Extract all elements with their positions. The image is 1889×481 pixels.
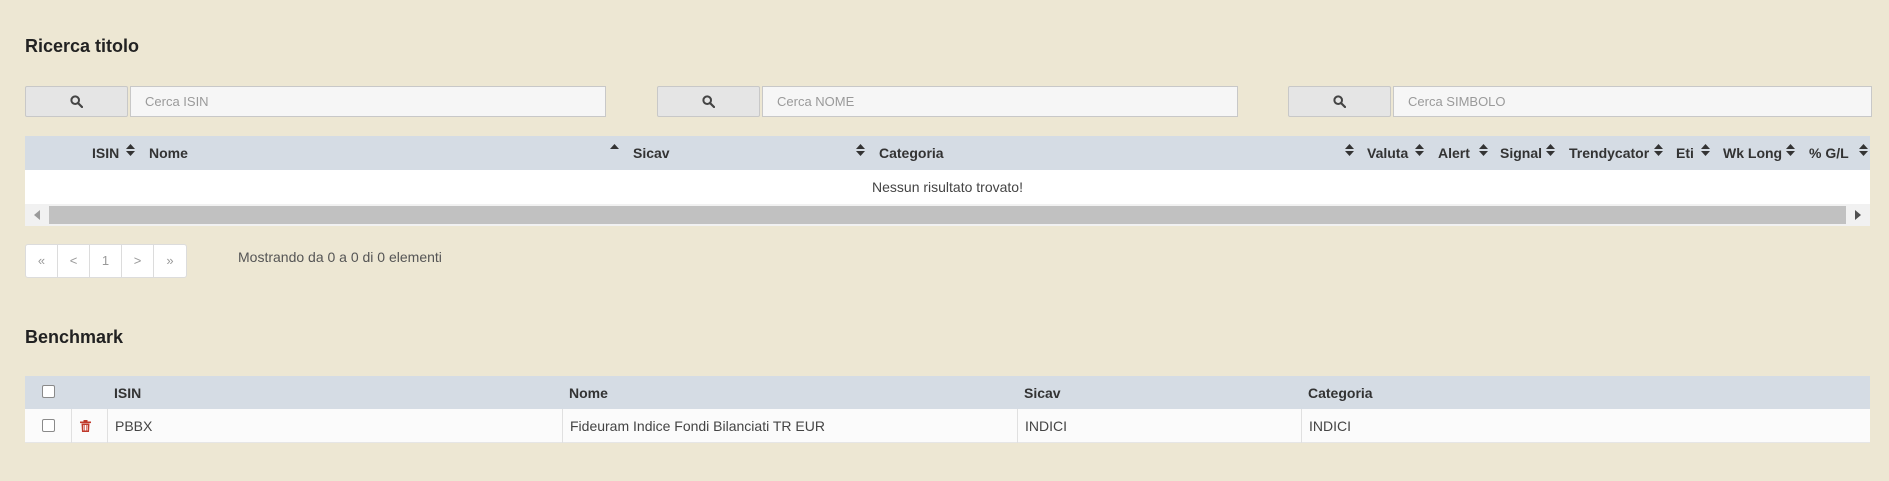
column-header-trendycator[interactable]: Trendycator — [1569, 145, 1649, 161]
sort-both-icon — [1654, 144, 1663, 156]
column-header-nome[interactable]: Nome — [149, 145, 188, 161]
search-section-title: Ricerca titolo — [25, 36, 140, 56]
column-header-signal[interactable]: Signal — [1500, 145, 1542, 161]
scroll-right-icon[interactable] — [1855, 210, 1861, 220]
scrollbar-thumb[interactable] — [49, 206, 1846, 224]
page-1-button[interactable]: 1 — [90, 245, 122, 277]
first-page-button[interactable]: « — [26, 245, 58, 277]
nome-search-group — [657, 86, 1238, 117]
previous-page-button[interactable]: < — [58, 245, 90, 277]
simbolo-search-input[interactable] — [1393, 86, 1872, 117]
sort-both-icon — [1786, 144, 1795, 156]
column-header-nome: Nome — [569, 385, 608, 401]
pagination-info: Mostrando da 0 a 0 di 0 elementi — [238, 249, 442, 265]
sort-both-icon — [1859, 144, 1868, 156]
isin-search-input[interactable] — [130, 86, 606, 117]
sort-both-icon — [1345, 144, 1354, 156]
benchmark-section-title: Benchmark — [25, 327, 124, 347]
benchmark-table: ISIN Nome Sicav Categoria PBBX Fideuram … — [25, 376, 1870, 443]
results-table-header: ISIN Nome Sicav Categoria Valuta Alert S… — [25, 136, 1870, 170]
sort-both-icon — [856, 144, 865, 156]
column-header-isin[interactable]: ISIN — [92, 145, 119, 161]
simbolo-search-group — [1288, 86, 1872, 117]
nome-search-button[interactable] — [657, 86, 760, 117]
column-header-wk-long[interactable]: Wk Long — [1723, 145, 1782, 161]
cell-nome: Fideuram Indice Fondi Bilanciati TR EUR — [570, 418, 825, 434]
simbolo-search-button[interactable] — [1288, 86, 1391, 117]
cell-isin: PBBX — [115, 418, 153, 434]
benchmark-table-header: ISIN Nome Sicav Categoria — [25, 376, 1870, 409]
trash-icon[interactable] — [80, 420, 91, 432]
select-all-checkbox[interactable] — [42, 385, 55, 398]
cell-sicav: INDICI — [1025, 418, 1067, 434]
sort-both-icon — [1479, 144, 1488, 156]
isin-search-group — [25, 86, 606, 117]
column-header-sicav[interactable]: Sicav — [633, 145, 670, 161]
cell-categoria: INDICI — [1309, 418, 1351, 434]
row-checkbox[interactable] — [42, 419, 55, 432]
horizontal-scrollbar[interactable] — [25, 204, 1870, 226]
sort-both-icon — [1415, 144, 1424, 156]
pagination: « < 1 > » — [25, 244, 187, 278]
column-header-alert[interactable]: Alert — [1438, 145, 1470, 161]
sort-both-icon — [126, 144, 135, 156]
results-table: ISIN Nome Sicav Categoria Valuta Alert S… — [25, 136, 1870, 226]
next-page-button[interactable]: > — [122, 245, 154, 277]
search-icon — [1333, 95, 1346, 108]
nome-search-input[interactable] — [762, 86, 1238, 117]
search-icon — [702, 95, 715, 108]
last-page-button[interactable]: » — [154, 245, 186, 277]
search-icon — [70, 95, 83, 108]
column-header-eti[interactable]: Eti — [1676, 145, 1694, 161]
column-header-categoria[interactable]: Categoria — [879, 145, 944, 161]
sort-both-icon — [1546, 144, 1555, 156]
column-header-sicav: Sicav — [1024, 385, 1061, 401]
column-header-categoria: Categoria — [1308, 385, 1373, 401]
column-header-isin: ISIN — [114, 385, 142, 401]
column-header-gain-loss[interactable]: % G/L — [1809, 145, 1849, 161]
sort-ascending-icon — [610, 144, 619, 149]
scroll-left-icon[interactable] — [34, 210, 40, 220]
column-header-valuta[interactable]: Valuta — [1367, 145, 1408, 161]
empty-results-message: Nessun risultato trovato! — [25, 170, 1870, 204]
sort-both-icon — [1701, 144, 1710, 156]
isin-search-button[interactable] — [25, 86, 128, 117]
table-row: PBBX Fideuram Indice Fondi Bilanciati TR… — [25, 409, 1870, 443]
